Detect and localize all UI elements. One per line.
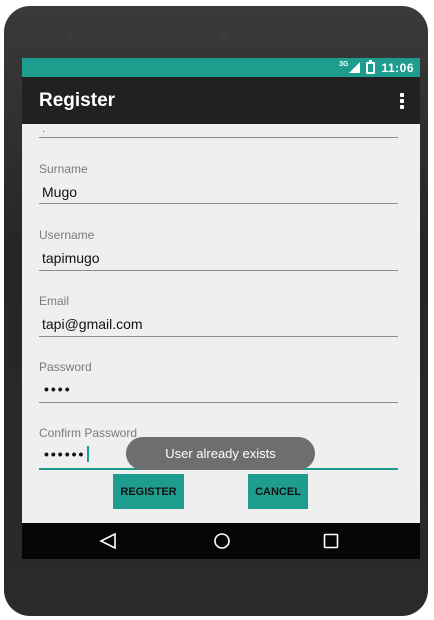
password-underline [39,402,398,403]
app-bar: Register [22,77,420,124]
register-button[interactable]: REGISTER [113,474,184,509]
surname-underline [39,203,398,204]
network-type: 3G [339,61,349,68]
scrolled-field-value: · [42,126,46,137]
cancel-button[interactable]: CANCEL [248,474,308,509]
page-title: Register [39,89,116,111]
navigation-bar [22,523,420,559]
username-field[interactable]: tapimugo [42,250,100,266]
battery-icon [366,59,376,74]
overflow-menu-icon[interactable] [400,92,404,109]
email-underline [39,336,398,337]
back-icon[interactable] [96,523,120,559]
password-label: Password [39,360,92,374]
password-field[interactable]: •••• [44,381,72,397]
phone-frame: 3G 11:06 Register · Surname Mugo Usernam… [4,6,428,616]
username-underline [39,270,398,271]
text-cursor [87,446,90,462]
home-icon[interactable] [210,523,234,559]
toast-message: User already exists [126,437,315,470]
status-time: 11:06 [381,60,414,75]
camera-dot [219,32,229,42]
status-bar: 3G 11:06 [22,58,420,77]
confirm-password-value: •••••• [44,446,86,462]
scrolled-field-underline [39,137,398,138]
email-field[interactable]: tapi@gmail.com [42,316,143,332]
screen: 3G 11:06 Register · Surname Mugo Usernam… [22,58,420,559]
username-label: Username [39,228,95,242]
confirm-password-field[interactable]: •••••• [44,446,90,462]
surname-label: Surname [39,162,88,176]
email-label: Email [39,294,70,308]
recent-apps-icon[interactable] [319,523,343,559]
confirm-password-label: Confirm Password [39,426,138,440]
speaker-dot [66,33,74,41]
signal-icon [349,62,361,73]
surname-field[interactable]: Mugo [42,184,77,200]
toast-text: User already exists [165,446,276,461]
